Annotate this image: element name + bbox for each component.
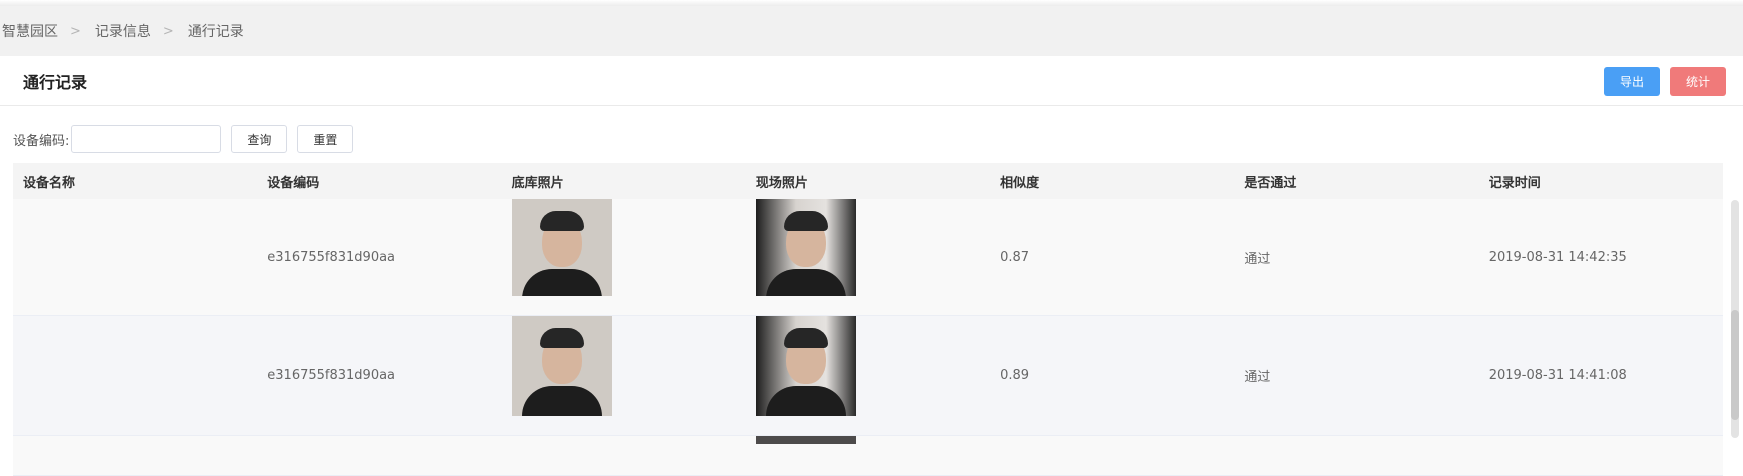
column-header-passed[interactable]: 是否通过 xyxy=(1234,163,1478,199)
photo-body-shape xyxy=(521,269,602,296)
column-header-base-photo[interactable]: 底库照片 xyxy=(502,163,746,199)
device-code-label: 设备编码: xyxy=(13,133,70,149)
column-header-device-name[interactable]: 设备名称 xyxy=(13,163,257,199)
scrollbar-thumb[interactable] xyxy=(1731,310,1739,420)
table-row[interactable]: e316755f831d90aa 0.89 通过 2019-08-31 14:4… xyxy=(13,316,1723,436)
breadcrumb-item-smart-park[interactable]: 智慧园区 xyxy=(0,21,58,41)
column-header-scene-photo[interactable]: 现场照片 xyxy=(746,163,990,199)
table-row[interactable] xyxy=(13,436,1723,476)
breadcrumb-item-records[interactable]: 记录信息 xyxy=(93,21,151,41)
photo-body-shape xyxy=(521,386,602,416)
device-name-cell xyxy=(13,316,257,435)
scene-photo-cell xyxy=(746,316,990,435)
record-time-cell: 2019-08-31 14:42:35 xyxy=(1488,249,1627,265)
export-button[interactable]: 导出 xyxy=(1604,67,1660,96)
record-time-cell: 2019-08-31 14:41:08 xyxy=(1488,368,1627,383)
photo-hair-shape xyxy=(539,328,584,348)
scene-photo[interactable] xyxy=(755,199,856,296)
device-code-cell: e316755f831d90aa xyxy=(267,249,396,265)
passed-cell: 通过 xyxy=(1244,370,1271,385)
breadcrumb-separator-icon: > xyxy=(162,23,174,39)
similarity-cell: 0.87 xyxy=(1000,249,1030,265)
query-button[interactable]: 查询 xyxy=(231,125,288,153)
photo-hair-shape xyxy=(783,211,828,231)
column-header-record-time[interactable]: 记录时间 xyxy=(1479,163,1723,199)
reset-button[interactable]: 重置 xyxy=(297,125,354,153)
scene-photo-cell xyxy=(746,199,990,315)
base-photo[interactable] xyxy=(511,199,612,296)
scene-photo-cell xyxy=(746,436,990,475)
breadcrumb-item-access-records: 通行记录 xyxy=(187,24,244,40)
scene-photo[interactable] xyxy=(755,436,856,444)
breadcrumb-separator-icon: > xyxy=(70,23,81,39)
scene-photo[interactable] xyxy=(755,316,856,416)
photo-hair-shape xyxy=(539,211,584,231)
passed-cell: 通过 xyxy=(1244,251,1271,267)
device-code-cell: e316755f831d90aa xyxy=(267,368,396,383)
base-photo-cell xyxy=(502,316,746,435)
base-photo-cell xyxy=(502,199,746,315)
device-code-input[interactable] xyxy=(71,125,222,153)
statistics-button[interactable]: 统计 xyxy=(1670,67,1726,96)
content-header: 通行记录 导出 统计 xyxy=(0,56,1743,106)
breadcrumb: 智慧园区 > 记录信息 > 通行记录 xyxy=(0,6,1743,56)
device-name-cell xyxy=(13,436,257,475)
base-photo[interactable] xyxy=(511,316,612,416)
records-table: 设备名称 设备编码 底库照片 现场照片 相似度 是否通过 记录时间 e31675… xyxy=(13,163,1723,476)
photo-hair-shape xyxy=(783,328,828,348)
similarity-cell: 0.89 xyxy=(1000,368,1030,383)
device-code-cell xyxy=(257,436,501,475)
filter-bar: 设备编码: 查询 重置 xyxy=(13,125,354,153)
device-name-cell xyxy=(13,199,257,315)
table-header: 设备名称 设备编码 底库照片 现场照片 相似度 是否通过 记录时间 xyxy=(13,163,1723,199)
table-row[interactable]: e316755f831d90aa 0.87 通过 2019-08-31 14:4… xyxy=(13,199,1723,316)
column-header-device-code[interactable]: 设备编码 xyxy=(257,163,501,199)
column-header-similarity[interactable]: 相似度 xyxy=(990,163,1234,199)
page-title: 通行记录 xyxy=(23,73,88,92)
base-photo-cell xyxy=(502,436,746,475)
